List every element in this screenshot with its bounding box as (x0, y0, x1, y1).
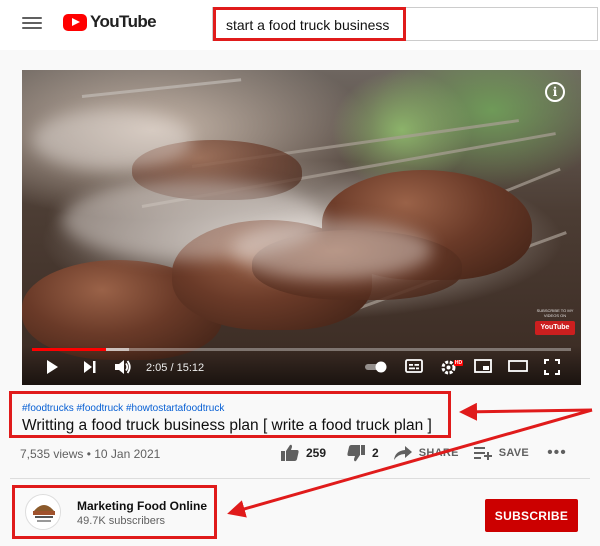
theater-button[interactable] (508, 359, 528, 373)
next-icon (84, 361, 96, 373)
play-button[interactable] (44, 359, 60, 375)
subscriber-count: 49.7K subscribers (77, 515, 166, 527)
video-title: Writting a food truck business plan [ wr… (22, 417, 432, 434)
channel-avatar[interactable] (25, 494, 61, 530)
more-icon[interactable]: ••• (547, 444, 567, 462)
arrow-to-title (459, 402, 593, 421)
save-label: SAVE (498, 447, 530, 459)
logo-text: YouTube (90, 12, 157, 31)
next-button[interactable] (82, 359, 98, 375)
search-query: start a food truck business (226, 17, 390, 33)
divider (10, 478, 590, 479)
hashtag-link[interactable]: #foodtruck (76, 403, 123, 414)
search-input[interactable]: start a food truck business (213, 7, 406, 41)
fullscreen-button[interactable] (544, 359, 560, 375)
channel-name[interactable]: Marketing Food Online (77, 499, 207, 513)
hd-badge: HD (454, 360, 463, 366)
masthead: YouTube start a food truck business (0, 0, 600, 50)
time-display: 2:05 / 15:12 (146, 362, 205, 374)
subtitles-button[interactable] (405, 359, 423, 373)
autoplay-toggle-icon (365, 361, 387, 373)
player-controls: 2:05 / 15:12 HD (22, 345, 581, 385)
like-button[interactable]: 259 (280, 444, 326, 462)
video-player[interactable]: i SUBSCRIBE TO MY VIDEOS ON YouTube 2:05… (22, 70, 581, 385)
play-icon (47, 360, 58, 374)
theater-icon (508, 360, 528, 372)
title-highlight: #foodtrucks #foodtruck #howtostartafoodt… (9, 391, 451, 438)
miniplayer-button[interactable] (474, 359, 492, 373)
menu-button[interactable] (22, 14, 42, 34)
hashtags: #foodtrucks #foodtruck #howtostartafoodt… (22, 403, 438, 415)
share-label: SHARE (418, 447, 459, 459)
subtitles-icon (405, 359, 423, 373)
action-bar: 259 2 SHARE SAVE ••• (280, 444, 567, 462)
video-meta: 7,535 views • 10 Jan 2021 (20, 447, 161, 461)
share-icon (393, 446, 412, 460)
save-icon (473, 447, 492, 460)
share-button[interactable]: SHARE (393, 445, 459, 461)
channel-watermark[interactable]: SUBSCRIBE TO MY VIDEOS ON YouTube (535, 308, 575, 342)
youtube-logo[interactable]: YouTube (63, 12, 157, 32)
info-icon[interactable]: i (545, 82, 565, 102)
volume-icon (115, 360, 131, 374)
channel-highlight: Marketing Food Online 49.7K subscribers (12, 485, 217, 539)
miniplayer-icon (474, 359, 492, 373)
hashtag-link[interactable]: #foodtrucks (22, 403, 74, 414)
subscribe-button[interactable]: SUBSCRIBE (485, 499, 578, 532)
save-button[interactable]: SAVE (473, 445, 529, 461)
search-bar[interactable]: start a food truck business (212, 7, 598, 41)
fullscreen-icon (544, 359, 560, 375)
dislike-button[interactable]: 2 (346, 444, 379, 462)
progress-bar[interactable] (32, 348, 571, 351)
like-count: 259 (306, 446, 327, 460)
progress-played (32, 348, 106, 351)
thumbs-down-icon (347, 445, 366, 462)
autoplay-toggle[interactable] (364, 361, 388, 373)
channel-logo-icon (27, 496, 60, 529)
youtube-logo-icon (63, 13, 87, 31)
menu-icon (22, 17, 42, 19)
volume-button[interactable] (114, 359, 132, 375)
hashtag-link[interactable]: #howtostartafoodtruck (126, 403, 224, 414)
thumbs-up-icon (281, 444, 299, 461)
dislike-count: 2 (372, 446, 379, 460)
